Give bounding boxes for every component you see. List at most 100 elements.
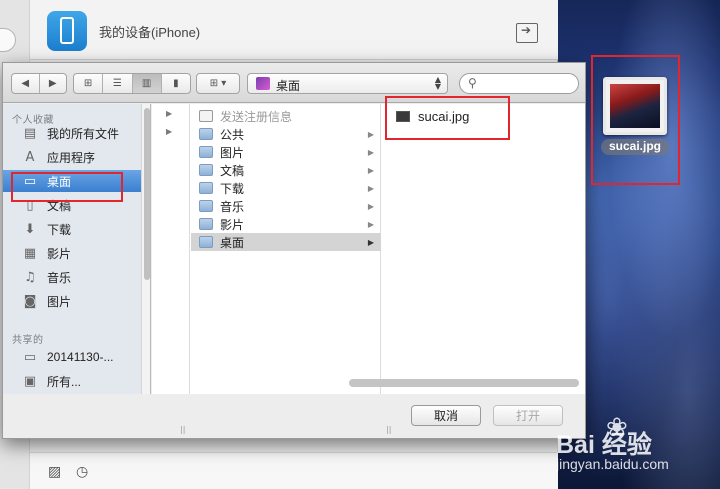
list-item-sucai[interactable]: sucai.jpg: [396, 109, 469, 124]
list-item[interactable]: 下载 ▶: [191, 179, 381, 197]
list-item[interactable]: 音乐 ▶: [191, 197, 381, 215]
arrange-button[interactable]: ⊞ ▾: [196, 73, 240, 94]
path-label: 桌面: [276, 79, 301, 93]
sidebar-scrollbar[interactable]: [141, 104, 150, 394]
sidebar: 个人收藏 共享的 ▤ 我的所有文件 A 应用程序 ▭ 桌面 ▯ 文稿 ⬇ 下载 ▦ 影片 ♫ 音乐 ◙ 图片 ▭…: [3, 104, 151, 394]
sidebar-item[interactable]: A 应用程序: [3, 146, 141, 168]
chevron-right-icon: ▶: [367, 201, 374, 211]
sidebar-item-label: 桌面: [47, 174, 72, 189]
column-parent: ▶ ▶: [152, 104, 190, 394]
sidebar-item-label: 20141130-...: [47, 350, 114, 364]
search-icon: ⚲: [468, 76, 477, 90]
view-mode-buttons: ⊞ ☰ ▥ ▮: [73, 73, 191, 94]
sidebar-item[interactable]: ▣ 所有...: [3, 370, 141, 392]
applications-icon: A: [25, 149, 35, 165]
list-item[interactable]: 发送注册信息: [191, 107, 381, 125]
computer-icon: ▭: [23, 349, 37, 365]
sidebar-item[interactable]: ▤ 我的所有文件: [3, 122, 141, 144]
chevron-right-icon: ▶: [367, 129, 374, 139]
list-item-label: 下载: [220, 181, 245, 196]
pictures-icon: ◙: [23, 293, 37, 309]
downloads-icon: ⬇: [24, 221, 36, 237]
open-button[interactable]: 打开: [493, 405, 563, 426]
path-select[interactable]: 桌面 ▲ ▼: [247, 73, 448, 94]
documents-icon: ▯: [26, 197, 34, 213]
all-files-icon: ▤: [23, 125, 37, 141]
horizontal-scrollbar[interactable]: [349, 379, 579, 387]
list-view-icon[interactable]: ☰: [103, 74, 133, 93]
photo-icon[interactable]: ▨: [48, 464, 64, 480]
sidebar-item[interactable]: ⬇ 下载: [3, 218, 141, 240]
file-name: sucai.jpg: [418, 109, 470, 124]
column-resize-handle[interactable]: ||: [180, 425, 185, 434]
desktop-file-thumbnail[interactable]: [603, 77, 667, 135]
device-title: 我的设备(iPhone): [99, 25, 201, 40]
chevron-right-icon[interactable]: ▶: [166, 109, 172, 118]
sidebar-item[interactable]: ▯ 文稿: [3, 194, 141, 216]
column-view-icon[interactable]: ▥: [132, 74, 162, 93]
open-file-dialog: ◀ ▶ ⊞ ☰ ▥ ▮ ⊞ ▾ 桌面 ▲ ▼ ⚲ 个人收藏 共享的 ▤ 我的所有文件…: [2, 62, 586, 439]
list-item-label: 桌面: [220, 235, 245, 250]
music-icon: ♫: [24, 269, 36, 285]
iphone-icon: [47, 11, 87, 51]
desktop-icon: ▭: [23, 173, 37, 189]
export-icon[interactable]: [516, 23, 538, 43]
desktop-folder-icon: [256, 77, 270, 90]
folder-icon: [199, 200, 213, 212]
sidebar-item[interactable]: ▭ 20141130-...: [3, 346, 141, 368]
sidebar-item-label: 音乐: [47, 270, 72, 285]
shared-header: 共享的: [12, 335, 44, 346]
sidebar-item-label: 文稿: [47, 198, 72, 213]
folder-icon: [199, 218, 213, 230]
chevron-right-icon: ▶: [367, 147, 374, 157]
document-icon: [199, 110, 213, 122]
folder-icon: [199, 146, 213, 158]
list-item-label: 文稿: [220, 163, 245, 178]
updown-arrows-icon: ▲ ▼: [434, 75, 441, 91]
list-item[interactable]: 公共 ▶: [191, 125, 381, 143]
list-item[interactable]: 图片 ▶: [191, 143, 381, 161]
folder-icon: [199, 236, 213, 248]
back-arrow-icon[interactable]: ◀: [12, 74, 40, 93]
app-bottom-bar: ▨ ◷: [30, 452, 558, 489]
baidu-watermark: ❀ Bai 经验 jingyan.baidu.com: [556, 413, 718, 487]
app-left-button[interactable]: [0, 28, 16, 52]
list-item-label: 音乐: [220, 199, 245, 214]
coverflow-view-icon[interactable]: ▮: [162, 74, 190, 93]
sidebar-item[interactable]: ♫ 音乐: [3, 266, 141, 288]
sidebar-item-label: 应用程序: [47, 150, 96, 165]
sidebar-item[interactable]: ▦ 影片: [3, 242, 141, 264]
sidebar-item[interactable]: ◙ 图片: [3, 290, 141, 312]
list-item[interactable]: 桌面 ▶: [191, 233, 381, 251]
sidebar-item-label: 下载: [47, 222, 72, 237]
icon-view-icon[interactable]: ⊞: [74, 74, 104, 93]
arrange-icon: ⊞ ▾: [209, 78, 227, 89]
nav-buttons: ◀ ▶: [11, 73, 67, 94]
list-item-label: 影片: [220, 217, 245, 232]
folder-icon: [199, 128, 213, 140]
dialog-toolbar: ◀ ▶ ⊞ ☰ ▥ ▮ ⊞ ▾ 桌面 ▲ ▼ ⚲: [3, 63, 585, 103]
list-item[interactable]: 影片 ▶: [191, 215, 381, 233]
column-resize-handle[interactable]: ||: [386, 425, 391, 434]
folder-icon: [199, 182, 213, 194]
sidebar-item-label: 我的所有文件: [47, 126, 120, 141]
desktop-file-label[interactable]: sucai.jpg: [601, 139, 669, 155]
chevron-right-icon: ▶: [367, 183, 374, 193]
forward-arrow-icon[interactable]: ▶: [40, 74, 67, 93]
network-icon: ▣: [23, 373, 37, 389]
sidebar-item-label: 所有...: [47, 374, 82, 389]
sidebar-item-label: 图片: [47, 294, 72, 309]
search-input[interactable]: [484, 76, 572, 91]
list-item[interactable]: 文稿 ▶: [191, 161, 381, 179]
clock-icon[interactable]: ◷: [76, 464, 92, 480]
search-field[interactable]: ⚲: [459, 73, 579, 94]
list-item-label: 图片: [220, 145, 245, 160]
chevron-right-icon: ▶: [367, 219, 374, 229]
watermark-url: jingyan.baidu.com: [556, 456, 669, 472]
sidebar-item[interactable]: ▭ 桌面: [3, 170, 141, 192]
list-item-label: 公共: [220, 127, 245, 142]
movies-icon: ▦: [23, 245, 37, 261]
chevron-right-icon: ▶: [367, 237, 374, 247]
cancel-button[interactable]: 取消: [411, 405, 481, 426]
chevron-right-icon[interactable]: ▶: [166, 127, 172, 136]
